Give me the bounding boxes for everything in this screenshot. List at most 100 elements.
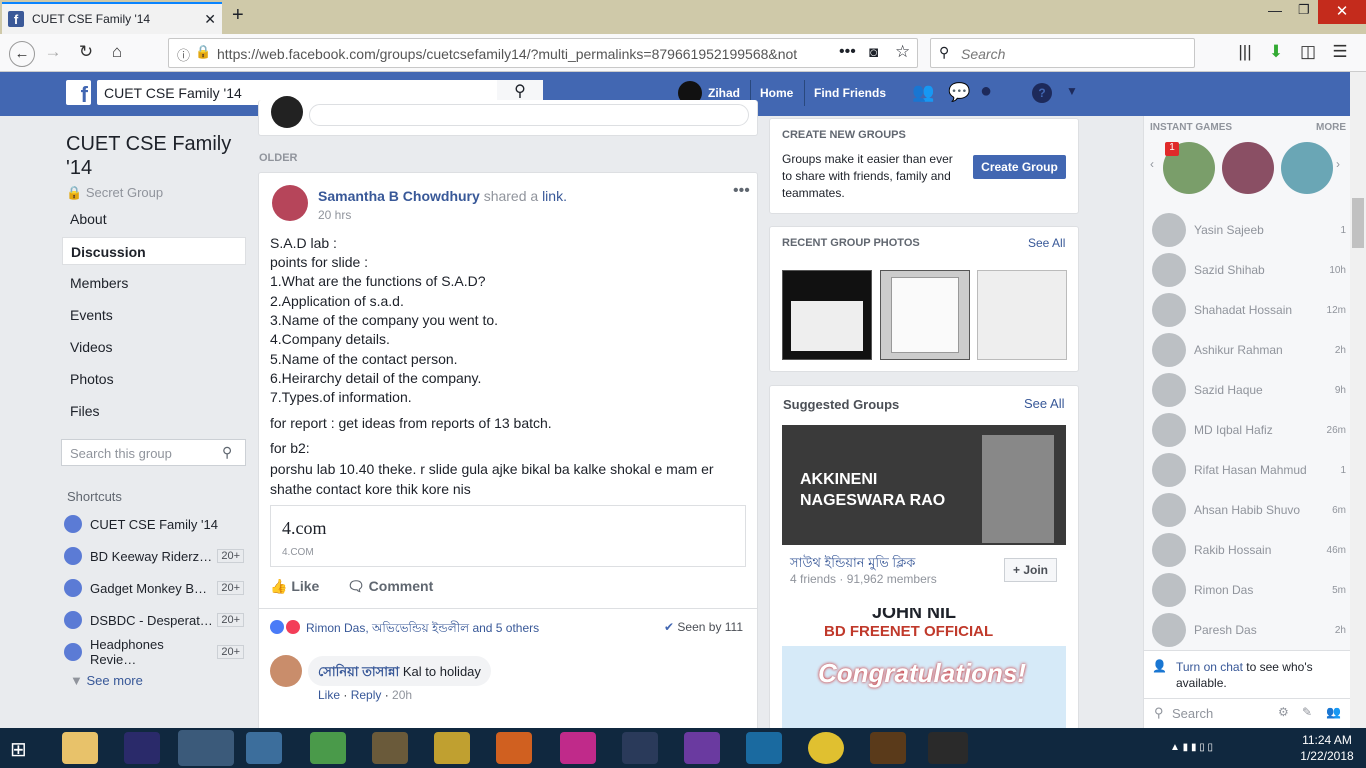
chat-contact[interactable]: Rifat Hasan Mahmud 1 (1152, 450, 1346, 490)
globe-app-icon[interactable] (310, 732, 346, 764)
post-options-icon[interactable]: ••• (733, 182, 750, 200)
browser-search-field[interactable]: ⚲ Search (930, 38, 1195, 68)
see-all-link[interactable]: See All (1024, 396, 1064, 411)
create-group-button[interactable]: Create Group (973, 155, 1066, 179)
more-link[interactable]: MORE (1316, 122, 1346, 133)
shortcut-item[interactable]: CUET CSE Family '14 (64, 512, 244, 536)
seen-by[interactable]: ✔ Seen by 111 (664, 620, 743, 634)
eclipse-icon[interactable] (124, 732, 160, 764)
write-comment-input[interactable] (309, 104, 749, 126)
phpstorm-icon[interactable] (684, 732, 720, 764)
app-icon[interactable] (622, 732, 658, 764)
comment-button[interactable]: 🗨 Comment (347, 578, 433, 595)
nav-events[interactable]: Events (62, 301, 246, 329)
nav-about[interactable]: About (62, 205, 246, 233)
chat-contact[interactable]: Yasin Sajeeb 1 (1152, 210, 1346, 250)
see-more-link[interactable]: ▼ See more (70, 673, 143, 688)
matlab-icon[interactable] (496, 732, 532, 764)
game-icon[interactable] (1281, 142, 1333, 194)
gear-icon[interactable]: ⚙ (1278, 705, 1289, 719)
link-preview[interactable]: 4.com 4.COM (270, 505, 746, 567)
library-icon[interactable]: ||| (1233, 42, 1257, 62)
nav-videos[interactable]: Videos (62, 333, 246, 361)
shortcut-item[interactable]: Gadget Monkey B… 20+ (64, 576, 244, 600)
join-button[interactable]: + Join (1004, 558, 1057, 582)
minimize-icon[interactable]: — (1268, 2, 1282, 18)
shortcut-item[interactable]: BD Keeway Riderz… 20+ (64, 544, 244, 568)
webstorm-icon[interactable] (746, 732, 782, 764)
nav-photos[interactable]: Photos (62, 365, 246, 393)
reactors-link[interactable]: Rimon Das, অভিভেন্ডিয় ইন্ডলীল and 5 oth… (306, 620, 539, 640)
home-link[interactable]: Home (760, 86, 793, 100)
see-all-link[interactable]: See All (1028, 236, 1065, 250)
bookmark-star-icon[interactable]: ☆ (895, 42, 910, 62)
chat-contact[interactable]: Paresh Das 2h (1152, 610, 1346, 650)
home-icon[interactable]: ⌂ (105, 42, 129, 62)
scrollbar-thumb[interactable] (1352, 198, 1364, 248)
profile-link[interactable]: Zihad (708, 86, 740, 100)
audio-app-icon[interactable] (870, 732, 906, 764)
close-window-icon[interactable]: ✕ (1318, 0, 1366, 24)
avatar[interactable] (270, 655, 302, 687)
windows-start-icon[interactable]: ⊞ (10, 737, 27, 762)
wpm-app-icon[interactable] (928, 732, 968, 764)
group-photo[interactable] (782, 270, 872, 360)
like-button[interactable]: 👍 Like (270, 578, 319, 595)
post-author[interactable]: Samantha B Chowdhury (318, 188, 480, 204)
suggested-group-cover[interactable]: JOHN NIL BD FREENET OFFICIAL Congratulat… (782, 608, 1066, 728)
nav-members[interactable]: Members (62, 269, 246, 297)
firefox-icon[interactable] (178, 730, 234, 766)
download-icon[interactable]: ⬇ (1264, 42, 1288, 62)
reload-icon[interactable]: ↻ (74, 42, 98, 62)
group-photo[interactable] (880, 270, 970, 360)
clock-time[interactable]: 11:24 AM (1296, 733, 1358, 747)
post-action-link[interactable]: link. (542, 188, 567, 204)
group-search-input[interactable]: Search this group ⚲ (61, 439, 246, 466)
truck-game-icon[interactable] (372, 732, 408, 764)
chat-contact[interactable]: Sazid Shihab 10h (1152, 250, 1346, 290)
friend-requests-icon[interactable]: 👥 (912, 82, 934, 103)
chat-contact[interactable]: Ashikur Rahman 2h (1152, 330, 1346, 370)
find-friends-link[interactable]: Find Friends (814, 86, 886, 100)
messenger-icon[interactable]: 💬 (948, 82, 970, 103)
shortcut-item[interactable]: DSBDC - Desperat… 20+ (64, 608, 244, 632)
browser-tab[interactable]: f CUET CSE Family '14 ✕ (2, 2, 222, 34)
sidebar-icon[interactable]: ◫ (1296, 42, 1320, 62)
chat-contact[interactable]: Rimon Das 5m (1152, 570, 1346, 610)
app-icon[interactable] (246, 732, 282, 764)
notifications-globe-icon[interactable]: ● (980, 80, 992, 103)
chat-contact[interactable]: Ahsan Habib Shuvo 6m (1152, 490, 1346, 530)
page-actions-icon[interactable]: ••• (839, 43, 856, 61)
forward-icon[interactable]: → (41, 42, 65, 62)
chevron-right-icon[interactable]: › (1336, 157, 1340, 171)
restore-icon[interactable]: ❐ (1298, 2, 1310, 18)
system-tray-icons[interactable]: ▲ ▮ ▮ ▯ ▯ (1170, 742, 1213, 753)
comment-time[interactable]: 20h (392, 688, 412, 702)
account-menu-chevron-down-icon[interactable]: ▼ (1066, 84, 1078, 98)
chrome-icon[interactable] (808, 732, 844, 764)
shortcut-item[interactable]: Headphones Revie… 20+ (64, 637, 244, 667)
info-icon[interactable]: ⓘ (177, 45, 190, 64)
turn-on-chat-link[interactable]: Turn on chat (1176, 660, 1243, 674)
comment-like-link[interactable]: Like (318, 688, 340, 702)
nav-files[interactable]: Files (62, 397, 246, 425)
new-tab-icon[interactable]: + (232, 4, 244, 27)
app-icon[interactable] (560, 732, 596, 764)
chat-search-input[interactable]: ⚲ Search ⚙ ✎ 👥 (1144, 698, 1350, 728)
compose-icon[interactable]: ✎ (1302, 705, 1312, 719)
group-title[interactable]: CUET CSE Family '14 (66, 132, 246, 180)
chat-contact[interactable]: Shahadat Hossain 12m (1152, 290, 1346, 330)
app-icon[interactable] (434, 732, 470, 764)
menu-icon[interactable]: ☰ (1328, 42, 1352, 62)
comment-author[interactable]: সোনিয়া তাসান্না (318, 664, 399, 679)
back-icon[interactable]: ← (9, 41, 35, 67)
close-tab-icon[interactable]: ✕ (204, 11, 216, 28)
game-icon[interactable] (1222, 142, 1274, 194)
post-time[interactable]: 20 hrs (318, 208, 351, 222)
chevron-left-icon[interactable]: ‹ (1150, 157, 1154, 171)
avatar[interactable] (272, 185, 308, 221)
create-group-chat-icon[interactable]: 👥 (1326, 705, 1341, 719)
group-photo[interactable] (977, 270, 1067, 360)
nav-discussion[interactable]: Discussion (62, 237, 246, 265)
scrollbar[interactable] (1350, 72, 1366, 728)
